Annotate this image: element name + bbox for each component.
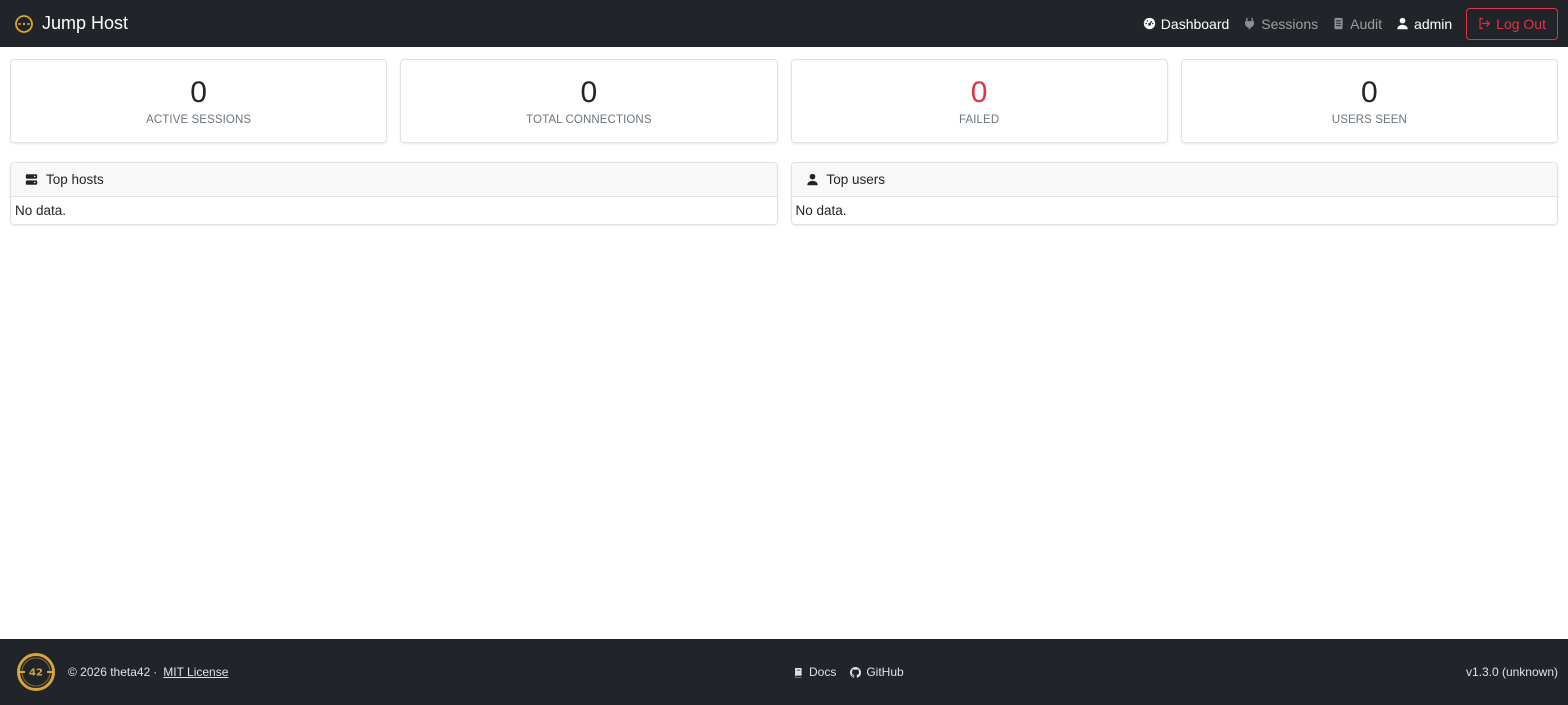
stat-value-active-sessions: 0 <box>190 76 207 109</box>
top-hosts-panel: Top hosts No data. <box>10 162 778 225</box>
brand[interactable]: Jump Host <box>14 13 128 34</box>
logout-icon <box>1479 18 1491 29</box>
user-icon <box>1397 17 1408 30</box>
stat-value-total-connections: 0 <box>580 76 598 109</box>
footer-logo-text: 42 <box>29 668 43 679</box>
nav-sessions[interactable]: Sessions <box>1243 16 1318 32</box>
top-users-header: Top users <box>791 163 1557 197</box>
stat-label-total-connections: TOTAL CONNECTIONS <box>526 114 652 126</box>
stat-value-users-seen: 0 <box>1361 76 1378 109</box>
nav-audit[interactable]: Audit <box>1332 16 1382 32</box>
footer: 42 © 2026 theta42 · MIT License Docs Git… <box>0 639 1568 705</box>
nav-sessions-label: Sessions <box>1261 15 1319 32</box>
stat-card-active-sessions: 0 ACTIVE SESSIONS <box>10 59 388 143</box>
top-navbar: Jump Host Dashboard Sessions Audit admin… <box>0 0 1568 47</box>
stat-card-total-connections: 0 TOTAL CONNECTIONS <box>400 59 778 143</box>
footer-github-label: GitHub <box>866 665 904 679</box>
stat-label-failed: FAILED <box>959 114 1000 126</box>
footer-docs-label: Docs <box>809 665 837 679</box>
top-hosts-title: Top hosts <box>46 172 104 187</box>
dashboard-icon <box>1143 17 1155 30</box>
plug-icon <box>1245 17 1255 30</box>
footer-logo-icon: 42 <box>17 653 55 691</box>
panels-row: Top hosts No data. Top users No data. <box>10 162 1558 225</box>
footer-version: v1.3.0 (unknown) <box>1465 665 1558 679</box>
nav-user-label: admin <box>1414 15 1453 32</box>
stat-card-users-seen: 0 USERS SEEN <box>1180 59 1558 143</box>
footer-github-link[interactable]: GitHub <box>850 665 904 679</box>
nav-dashboard-label: Dashboard <box>1160 15 1230 32</box>
brand-logo-icon <box>15 14 33 33</box>
user-icon <box>806 173 818 186</box>
footer-separator: · <box>153 665 158 679</box>
server-icon <box>25 174 38 185</box>
logout-label: Log Out <box>1496 15 1546 32</box>
audit-icon <box>1334 17 1343 30</box>
footer-copyright: © 2026 theta42 <box>68 665 151 679</box>
stats-row: 0 ACTIVE SESSIONS 0 TOTAL CONNECTIONS 0 … <box>10 59 1558 143</box>
footer-license-link[interactable]: MIT License <box>163 665 228 679</box>
top-hosts-body: No data. <box>15 203 67 218</box>
book-icon <box>795 667 802 678</box>
stat-value-failed: 0 <box>970 76 988 109</box>
nav-dashboard[interactable]: Dashboard <box>1143 15 1230 32</box>
logout-button[interactable]: Log Out <box>1466 7 1558 40</box>
top-users-panel: Top users No data. <box>790 162 1558 225</box>
nav-audit-label: Audit <box>1350 15 1383 32</box>
github-icon <box>850 666 862 678</box>
footer-docs-link[interactable]: Docs <box>793 665 836 679</box>
top-users-body: No data. <box>795 203 847 218</box>
brand-title: Jump Host <box>42 13 129 33</box>
top-users-title: Top users <box>826 172 886 187</box>
stat-card-failed: 0 FAILED <box>790 59 1168 143</box>
top-hosts-header: Top hosts <box>11 163 777 197</box>
nav-user[interactable]: admin <box>1396 16 1452 32</box>
stat-label-users-seen: USERS SEEN <box>1331 114 1407 126</box>
stat-label-active-sessions: ACTIVE SESSIONS <box>146 114 252 126</box>
